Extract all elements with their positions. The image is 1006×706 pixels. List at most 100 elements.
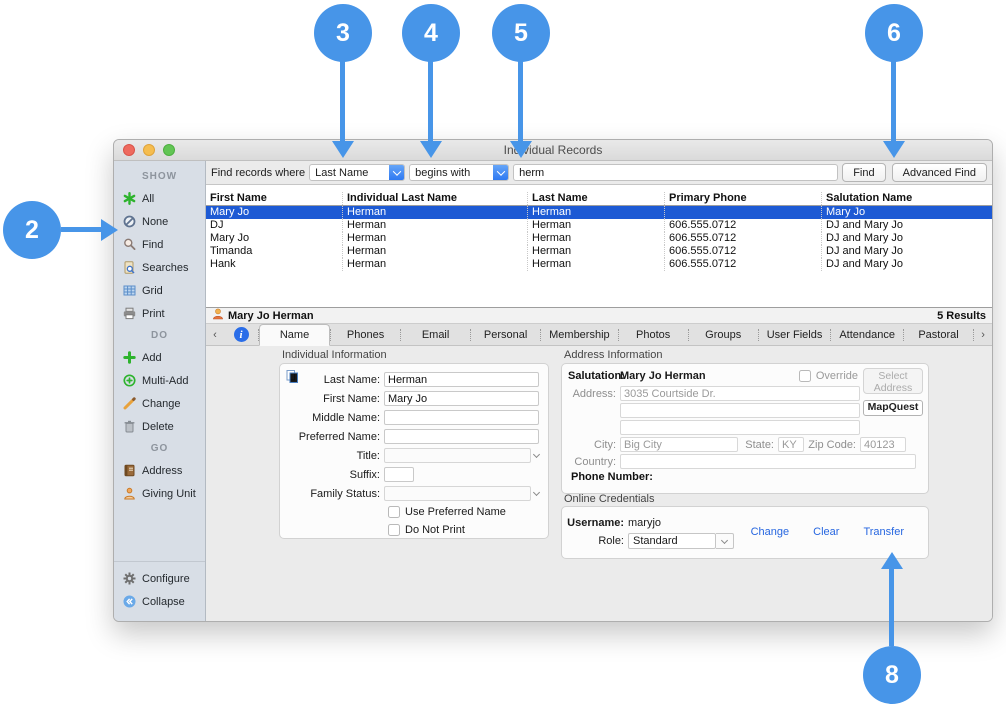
search-query-input[interactable]	[513, 164, 838, 181]
country-field[interactable]	[620, 454, 916, 469]
close-button[interactable]	[123, 144, 135, 156]
address-line2-field[interactable]	[620, 403, 860, 418]
tab-pastoral[interactable]: Pastoral	[904, 324, 973, 345]
tab-name[interactable]: Name	[259, 324, 330, 346]
salutation-row: Salutation: Mary Jo Herman Override	[568, 368, 858, 384]
sidebar-item-grid[interactable]: Grid	[114, 279, 205, 302]
sidebar-item-all[interactable]: All	[114, 187, 205, 210]
tab-user-fields[interactable]: User Fields	[759, 324, 831, 345]
override-label: Override	[816, 370, 858, 382]
do-not-print-row: Do Not Print	[280, 521, 548, 539]
tabs-scroll-right-icon[interactable]: ›	[974, 324, 992, 345]
online-credentials-group: Username: maryjo Role: Standard Change	[561, 506, 929, 559]
individual-information-group: Last Name: First Name: Middle Name:	[279, 363, 549, 539]
column-header[interactable]: Salutation Name	[822, 192, 992, 205]
tab-phones[interactable]: Phones	[331, 324, 400, 345]
sidebar-item-none[interactable]: None	[114, 210, 205, 233]
grid-icon	[121, 284, 137, 297]
use-preferred-name-checkbox[interactable]	[388, 506, 400, 518]
select-address-button[interactable]: Select Address	[863, 368, 923, 394]
tab-attendance[interactable]: Attendance	[831, 324, 903, 345]
state-field[interactable]	[778, 437, 804, 452]
column-header[interactable]: Last Name	[528, 192, 665, 205]
tab-membership[interactable]: Membership	[541, 324, 618, 345]
results-count: 5 Results	[937, 310, 986, 322]
tab-photos[interactable]: Photos	[619, 324, 688, 345]
window-title: Individual Records	[114, 143, 992, 157]
callout-5-arrow-head	[510, 141, 532, 158]
individual-information-legend: Individual Information	[282, 349, 387, 361]
address-line3-field[interactable]	[620, 420, 860, 435]
address-line1-field[interactable]	[620, 386, 860, 401]
address-information-group: Salutation: Mary Jo Herman Override Addr…	[561, 363, 929, 494]
table-row-selected[interactable]: Mary Jo Herman Herman Mary Jo	[206, 206, 992, 219]
sidebar-item-multi-add[interactable]: Multi-Add	[114, 369, 205, 392]
table-row[interactable]: Hank Herman Herman 606.555.0712 DJ and M…	[206, 258, 992, 271]
chevron-down-icon	[533, 489, 540, 496]
operator-select[interactable]: begins with	[409, 164, 509, 181]
table-row[interactable]: Mary Jo Herman Herman 606.555.0712 DJ an…	[206, 232, 992, 245]
window-body: SHOW All None Find	[114, 161, 992, 621]
address-book-icon	[121, 464, 137, 477]
asterisk-icon	[121, 192, 137, 205]
advanced-find-button[interactable]: Advanced Find	[892, 163, 987, 182]
override-checkbox[interactable]	[799, 370, 811, 382]
address-buttons-column: Select Address MapQuest	[863, 368, 923, 416]
role-select[interactable]: Standard	[628, 533, 716, 549]
family-status-select[interactable]	[384, 486, 531, 501]
zoom-button[interactable]	[163, 144, 175, 156]
tabs-scroll-left-icon[interactable]: ‹	[206, 324, 224, 345]
transfer-link[interactable]: Transfer	[863, 526, 904, 538]
find-button[interactable]: Find	[842, 163, 885, 182]
column-header[interactable]: First Name	[206, 192, 343, 205]
sidebar-item-find[interactable]: Find	[114, 233, 205, 256]
callout-2-arrow-stem	[61, 227, 101, 232]
first-name-field[interactable]	[384, 391, 539, 406]
sidebar-item-delete[interactable]: Delete	[114, 415, 205, 438]
username-value: maryjo	[628, 517, 661, 529]
suffix-field[interactable]	[384, 467, 414, 482]
mapquest-button[interactable]: MapQuest	[863, 400, 923, 416]
tab-info[interactable]: i	[224, 324, 258, 345]
table-row[interactable]: DJ Herman Herman 606.555.0712 DJ and Mar…	[206, 219, 992, 232]
chevron-down-icon	[716, 533, 734, 549]
do-not-print-checkbox[interactable]	[388, 524, 400, 536]
sidebar-item-searches[interactable]: Searches	[114, 256, 205, 279]
column-header[interactable]: Primary Phone	[665, 192, 822, 205]
slashed-circle-icon	[121, 215, 137, 228]
detail-panel: Individual Information Last Name: First …	[206, 346, 992, 621]
record-person-icon	[212, 308, 224, 323]
minimize-button[interactable]	[143, 144, 155, 156]
column-header[interactable]: Individual Last Name	[343, 192, 528, 205]
title-select[interactable]	[384, 448, 531, 463]
sidebar-item-collapse[interactable]: Collapse	[114, 590, 205, 613]
last-name-field[interactable]	[384, 372, 539, 387]
tab-personal[interactable]: Personal	[471, 324, 540, 345]
table-row[interactable]: Timanda Herman Herman 606.555.0712 DJ an…	[206, 245, 992, 258]
first-name-row: First Name:	[280, 389, 548, 408]
tab-groups[interactable]: Groups	[689, 324, 758, 345]
copy-icon[interactable]	[285, 369, 300, 387]
zip-code-field[interactable]	[860, 437, 906, 452]
sidebar-item-change[interactable]: Change	[114, 392, 205, 415]
city-state-zip-row: City: State: Zip Code:	[568, 437, 922, 452]
field-select[interactable]: Last Name	[309, 164, 405, 181]
callout-3-arrow-head	[332, 141, 354, 158]
use-preferred-name-row: Use Preferred Name	[280, 503, 548, 521]
titlebar: Individual Records	[114, 140, 992, 161]
sidebar-item-configure[interactable]: Configure	[114, 567, 205, 590]
middle-name-field[interactable]	[384, 410, 539, 425]
sidebar-item-address[interactable]: Address	[114, 459, 205, 482]
country-row: Country:	[568, 454, 922, 469]
sidebar-item-add[interactable]: Add	[114, 346, 205, 369]
preferred-name-field[interactable]	[384, 429, 539, 444]
change-link[interactable]: Change	[751, 526, 790, 538]
tab-email[interactable]: Email	[401, 324, 470, 345]
callout-8-arrow-head	[881, 552, 903, 569]
clear-link[interactable]: Clear	[813, 526, 839, 538]
sidebar-item-print[interactable]: Print	[114, 302, 205, 325]
city-field[interactable]	[620, 437, 738, 452]
main-content: Find records where Last Name begins with…	[206, 161, 992, 621]
find-records-where-label: Find records where	[211, 167, 305, 179]
sidebar-item-giving-unit[interactable]: Giving Unit	[114, 482, 205, 505]
